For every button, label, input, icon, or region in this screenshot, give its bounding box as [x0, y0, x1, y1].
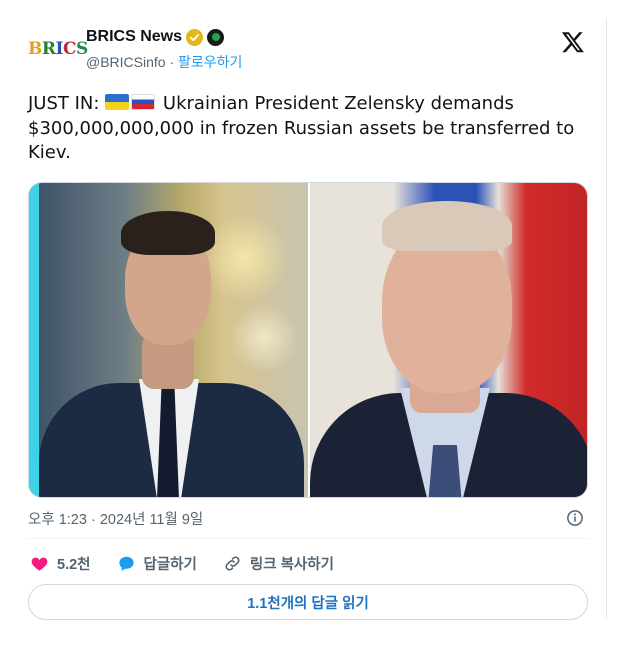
link-icon: [225, 555, 240, 571]
divider-line: [28, 538, 588, 539]
copy-link-label: 링크 복사하기: [249, 556, 334, 573]
like-button[interactable]: 5.2천: [30, 553, 91, 574]
name-row: BRICS News: [86, 28, 225, 46]
heart-icon: [31, 557, 48, 571]
reply-label: 답글하기: [143, 556, 197, 573]
handle-row: @BRICSinfo · 팔로우하기: [86, 52, 242, 72]
tweet-text: JUST IN: Ukrainian President Zelensky de…: [28, 92, 600, 166]
ukraine-flag-icon: [105, 94, 130, 110]
zelensky-photo[interactable]: [29, 183, 308, 497]
like-count: 5.2천: [57, 556, 91, 573]
tweet-card: BRICS BRICS News @BRICSinfo · 팔로우하기 JUST…: [0, 0, 640, 666]
display-name[interactable]: BRICS News: [86, 28, 182, 46]
putin-photo[interactable]: [310, 183, 587, 497]
border-line: [606, 18, 607, 618]
handle[interactable]: @BRICSinfo: [86, 54, 166, 70]
tweet-text-prefix: JUST IN:: [28, 93, 106, 114]
tweet-media[interactable]: [28, 182, 588, 498]
reply-bubble-icon: [118, 556, 134, 571]
russia-flag-icon: [131, 94, 156, 110]
copy-link-button[interactable]: 링크 복사하기: [223, 553, 334, 574]
timestamp[interactable]: 오후 1:23 · 2024년 11월 9일: [28, 508, 203, 529]
reply-button[interactable]: 답글하기: [117, 553, 197, 574]
separator: ·: [165, 54, 179, 70]
brics-logo[interactable]: BRICS: [28, 36, 88, 62]
action-bar: 5.2천 답글하기 링크 복사하기: [30, 552, 360, 574]
follow-button[interactable]: 팔로우하기: [178, 54, 242, 70]
verified-badge-icon[interactable]: [186, 28, 204, 46]
tweet-header: BRICS BRICS News @BRICSinfo · 팔로우하기: [28, 24, 598, 76]
read-replies-button[interactable]: 1.1천개의 답글 읽기: [28, 584, 588, 620]
info-icon[interactable]: [566, 509, 584, 527]
x-logo-icon[interactable]: [560, 30, 586, 54]
affiliate-badge-icon[interactable]: [207, 28, 225, 46]
